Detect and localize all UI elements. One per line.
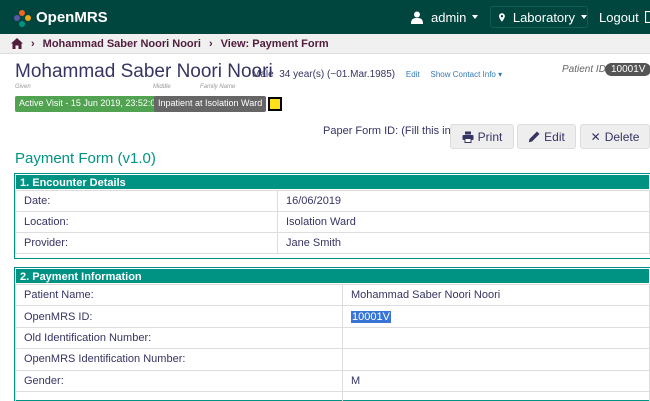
user-name: admin [431, 9, 467, 25]
table-row: Provider: Jane Smith [15, 232, 650, 254]
field-value [342, 348, 650, 371]
logo-text: OpenMRS [36, 9, 108, 26]
table-row [15, 390, 650, 401]
field-label [15, 390, 343, 401]
field-value-cell: 10001V [342, 305, 650, 328]
location-name: Laboratory [512, 9, 575, 25]
table-row: Old Identification Number: [15, 326, 650, 350]
edit-patient-link[interactable]: Edit [406, 70, 420, 79]
payment-information-table: Patient Name: Mohammad Saber Noori Noori… [15, 283, 650, 401]
patient-name: Mohammad Saber Noori Noori [15, 61, 273, 82]
logo-icon [14, 9, 31, 27]
delete-button[interactable]: ✕ Delete [580, 124, 650, 149]
inpatient-tag: Inpatient at Isolation Ward [154, 96, 267, 112]
patient-gender: Male [252, 69, 274, 80]
close-icon: ✕ [590, 129, 601, 144]
breadcrumb: › Mohammad Saber Noori Noori › View: Pay… [0, 34, 650, 54]
section-header: 1. Encounter Details [15, 174, 650, 190]
delete-label: Delete [604, 129, 640, 144]
field-value: 16/06/2019 [277, 190, 650, 212]
given-label: Given [15, 84, 31, 90]
chevron-down-icon [472, 15, 479, 19]
active-visit-tag[interactable]: Active Visit - 15 Jun 2019, 23:52:07 [15, 96, 165, 112]
chevron-down-icon [581, 15, 587, 19]
table-row: OpenMRS ID: 10001V [15, 305, 650, 328]
field-label: Provider: [15, 232, 278, 254]
field-value: M [342, 369, 650, 392]
table-row: Date: 16/06/2019 [15, 190, 650, 212]
sign-out-icon [644, 11, 650, 23]
field-label: Patient Name: [15, 283, 343, 307]
print-button[interactable]: Print [450, 124, 514, 149]
field-label: Location: [15, 211, 278, 233]
patient-id-label: Patient ID [562, 64, 606, 75]
map-marker-icon [499, 12, 505, 22]
form-title: Payment Form (v1.0) [15, 150, 156, 167]
patient-age: 34 year(s) (~01.Mar.1985) [279, 69, 396, 80]
show-contact-info-link[interactable]: Show Contact Info ▾ [431, 70, 503, 79]
field-label: Gender: [15, 369, 343, 392]
field-label: OpenMRS ID: [15, 305, 343, 328]
field-value: Mohammad Saber Noori Noori [342, 283, 650, 307]
print-icon [462, 131, 474, 143]
user-icon [411, 11, 423, 24]
field-value: Isolation Ward [277, 211, 650, 233]
user-menu[interactable]: admin [411, 0, 479, 34]
top-navbar: OpenMRS admin Laboratory Logout [0, 0, 650, 34]
middle-label: Middle [153, 84, 171, 90]
field-label: Date: [15, 190, 278, 212]
payment-information-section: 2. Payment Information Patient Name: Moh… [14, 267, 650, 401]
home-icon[interactable] [11, 38, 23, 49]
edit-label: Edit [544, 129, 565, 144]
table-row: OpenMRS Identification Number: [15, 348, 650, 371]
breadcrumb-patient-link[interactable]: Mohammad Saber Noori Noori [43, 38, 201, 50]
table-row: Gender: M [15, 369, 650, 392]
encounter-details-table: Date: 16/06/2019 Location: Isolation War… [15, 190, 650, 254]
section-header: 2. Payment Information [15, 268, 650, 284]
print-label: Print [477, 129, 503, 144]
field-value [342, 390, 650, 401]
field-value: Jane Smith [277, 232, 650, 254]
openmrs-logo[interactable]: OpenMRS [14, 8, 108, 28]
logout-link[interactable]: Logout [599, 0, 650, 34]
table-row: Location: Isolation Ward [15, 211, 650, 233]
location-selector[interactable]: Laboratory [490, 6, 588, 28]
edit-button[interactable]: Edit [517, 124, 576, 149]
logout-label: Logout [599, 9, 639, 25]
pencil-icon [528, 131, 540, 142]
sticky-note-icon[interactable] [268, 97, 282, 111]
openmrs-id-value-selected[interactable]: 10001V [351, 310, 391, 323]
field-label: Old Identification Number: [15, 326, 343, 350]
chevron-right-icon: › [208, 37, 213, 50]
chevron-right-icon: › [31, 37, 35, 50]
table-row: Patient Name: Mohammad Saber Noori Noori [15, 283, 650, 307]
caret-down-icon: ▾ [498, 70, 503, 79]
patient-id-badge: 10001V [605, 63, 650, 76]
paper-form-id: Paper Form ID: (Fill this in) [323, 125, 455, 137]
encounter-details-section: 1. Encounter Details Date: 16/06/2019 Lo… [14, 173, 650, 259]
family-label: Family Name [200, 84, 236, 90]
breadcrumb-current: View: Payment Form [220, 37, 329, 50]
field-value [342, 326, 650, 350]
field-label: OpenMRS Identification Number: [15, 348, 343, 371]
patient-demographics: Male 34 year(s) (~01.Mar.1985) Edit Show… [252, 69, 502, 80]
